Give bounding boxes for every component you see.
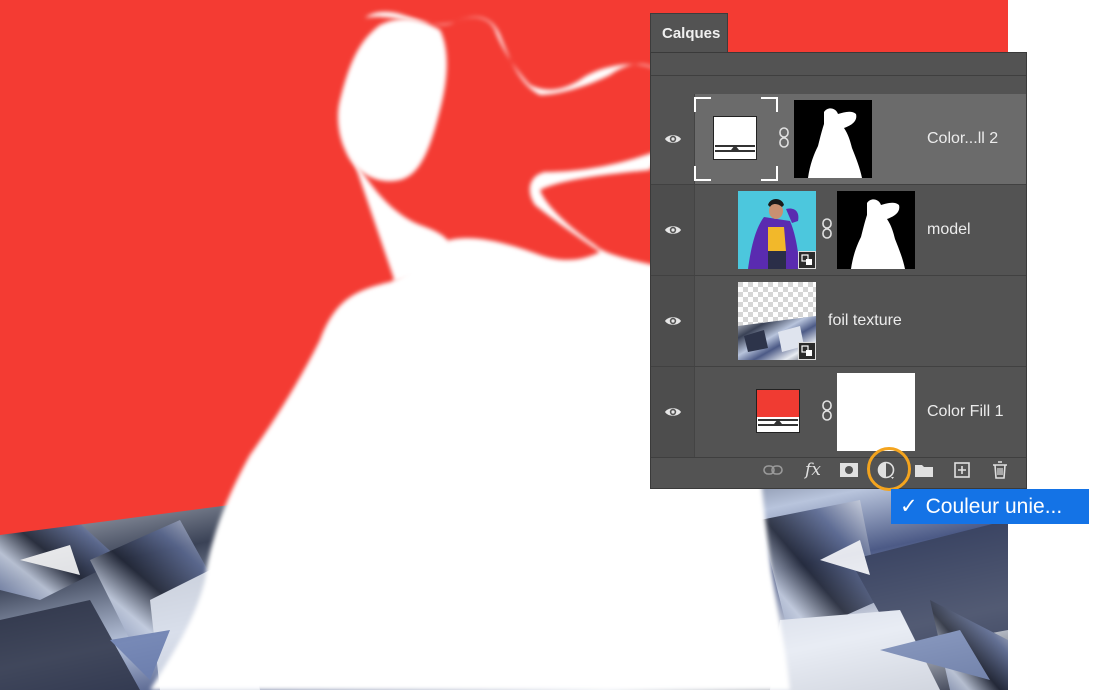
foil-texture-thumbnail[interactable] — [738, 282, 816, 360]
eye-icon[interactable] — [664, 222, 682, 238]
fx-icon[interactable]: fx — [802, 459, 824, 481]
layer-mask-thumbnail[interactable] — [837, 373, 915, 451]
layer-name[interactable]: foil texture — [828, 312, 902, 330]
link-chain-icon[interactable] — [821, 400, 833, 422]
visibility-column — [651, 276, 695, 366]
eye-icon[interactable] — [664, 404, 682, 420]
highlight-ring — [867, 447, 911, 491]
eye-icon[interactable] — [664, 131, 682, 147]
layer-name[interactable]: Color Fill 1 — [927, 403, 1003, 421]
layer-row-color-fill-2[interactable]: Color...ll 2 — [651, 94, 1026, 185]
trash-icon[interactable] — [989, 459, 1011, 481]
panel-title: Calques — [662, 25, 721, 42]
layer-name[interactable]: model — [927, 221, 971, 239]
eye-icon[interactable] — [664, 313, 682, 329]
link-chain-icon[interactable] — [778, 127, 790, 149]
checkmark-icon: ✓ — [900, 495, 918, 518]
model-photo-thumbnail[interactable] — [738, 191, 816, 269]
visibility-column — [651, 367, 695, 457]
menu-item-couleur-unie[interactable]: ✓ Couleur unie... — [891, 489, 1089, 524]
layer-row-foil-texture[interactable]: foil texture — [651, 276, 1026, 367]
layer-name[interactable]: Color...ll 2 — [927, 130, 998, 148]
menu-item-label: Couleur unie... — [925, 495, 1063, 518]
layers-options-bar — [651, 53, 1026, 76]
smart-object-icon — [798, 251, 816, 269]
layer-row-color-fill-1[interactable]: Color Fill 1 — [651, 367, 1026, 458]
link-chain-icon[interactable] — [821, 218, 833, 240]
link-layers-icon[interactable] — [762, 459, 784, 481]
visibility-column — [651, 94, 695, 184]
visibility-column — [651, 185, 695, 275]
layer-mask-thumbnail[interactable] — [837, 191, 915, 269]
fx-label: fx — [805, 460, 821, 480]
layer-row-model[interactable]: model — [651, 185, 1026, 276]
smart-object-icon — [798, 342, 816, 360]
layers-panel: Calques Color...ll 2 model foil texture … — [650, 13, 1027, 489]
tab-calques[interactable]: Calques — [650, 13, 728, 53]
new-layer-icon[interactable] — [951, 459, 973, 481]
fill-layer-thumbnail[interactable] — [713, 116, 757, 160]
layer-mask-thumbnail[interactable] — [794, 100, 872, 178]
folder-icon[interactable] — [913, 459, 935, 481]
fill-layer-thumbnail[interactable] — [756, 389, 800, 433]
add-mask-icon[interactable] — [838, 459, 860, 481]
layers-panel-body: Color...ll 2 model foil texture Color Fi… — [650, 52, 1027, 489]
layers-toolbar: fx — [651, 453, 1026, 488]
